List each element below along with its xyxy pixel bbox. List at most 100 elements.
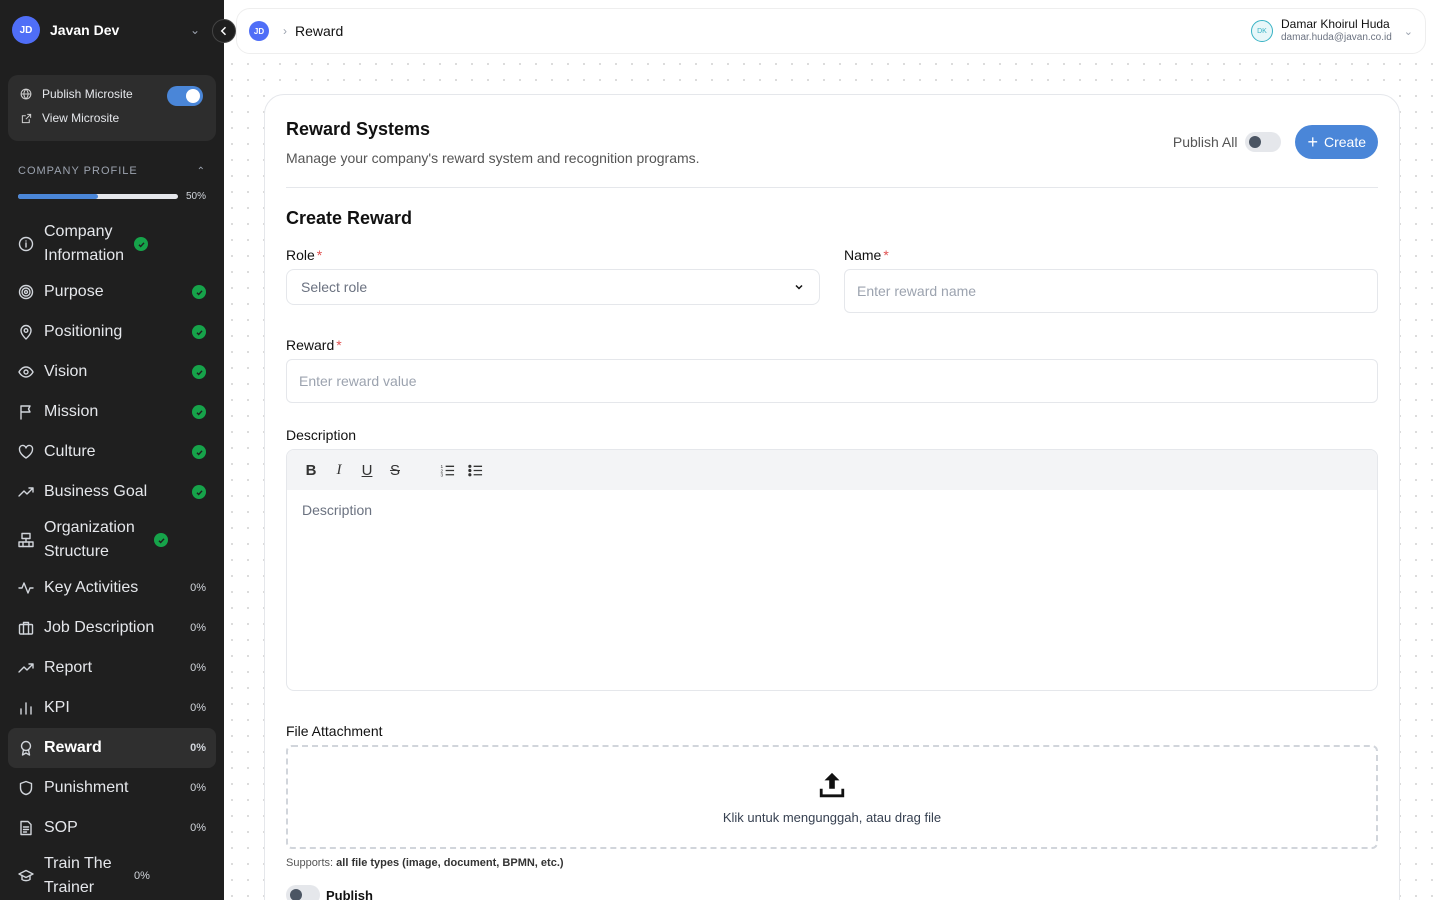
chevron-down-icon [795, 284, 803, 290]
user-menu[interactable]: DK Damar Khoirul Huda damar.huda@javan.c… [1251, 18, 1413, 44]
sidebar-item-train-the-trainer[interactable]: Train The Trainer 0% [8, 848, 216, 900]
sidebar-item-label: Job Description [44, 619, 155, 636]
progress-track [18, 194, 178, 199]
sidebar-item-culture[interactable]: Culture [8, 432, 216, 472]
chevron-down-icon: ⌄ [189, 23, 200, 37]
publish-all-label: Publish All [1172, 134, 1238, 150]
company-profile-menu: Company Information Purpose Positioning Vis… [0, 216, 224, 900]
underline-icon[interactable]: U [359, 462, 375, 479]
sidebar-item-mission[interactable]: Mission [8, 392, 216, 432]
briefcase-icon [18, 620, 34, 636]
award-icon [18, 740, 34, 756]
eye-icon [18, 364, 34, 380]
card-header: Reward Systems Manage your company's rew… [286, 95, 1378, 188]
sidebar-item-sop[interactable]: SOP 0% [8, 808, 216, 848]
create-button-label: Create [1323, 134, 1366, 150]
flag-icon [18, 404, 34, 420]
user-email: damar.huda@javan.co.id [1281, 32, 1392, 43]
italic-icon[interactable]: I [331, 462, 347, 478]
collapse-sidebar-button[interactable] [212, 19, 236, 43]
sidebar-item-report[interactable]: Report 0% [8, 648, 216, 688]
external-link-icon [20, 112, 32, 124]
file-attachment-label: File Attachment [286, 723, 383, 739]
microsite-card: Publish Microsite View Microsite [8, 75, 216, 141]
target-icon [18, 284, 34, 300]
publish-label: Publish [326, 887, 373, 900]
sidebar-item-label: Vision [44, 363, 88, 380]
reward-input[interactable]: Enter reward value [286, 359, 1378, 403]
progress-label: 50% [185, 191, 206, 202]
role-select-value: Select role [301, 279, 368, 295]
sidebar-item-label: Report [44, 659, 93, 676]
description-textarea[interactable]: Description [287, 490, 1377, 530]
view-microsite-link[interactable]: View Microsite [20, 111, 204, 125]
sidebar-item-kpi[interactable]: KPI 0% [8, 688, 216, 728]
create-button[interactable]: + Create [1295, 125, 1378, 159]
user-name: Damar Khoirul Huda [1281, 17, 1390, 31]
sidebar-item-company-information[interactable]: Company Information [8, 216, 216, 272]
activity-icon [18, 580, 34, 596]
bold-icon[interactable]: B [303, 462, 319, 479]
sidebar-item-key-activities[interactable]: Key Activities 0% [8, 568, 216, 608]
company-profile-section-header[interactable]: COMPANY PROFILE ⌃ [18, 165, 206, 177]
globe-icon [20, 88, 32, 100]
publish-microsite-toggle[interactable] [167, 86, 203, 106]
sidebar-item-punishment[interactable]: Punishment 0% [8, 768, 216, 808]
org-structure-icon [18, 532, 34, 548]
sidebar-item-label: Purpose [44, 283, 104, 300]
sidebar-item-label: Punishment [44, 779, 129, 796]
sidebar-item-label: Positioning [44, 323, 123, 340]
breadcrumb-home-avatar[interactable]: JD [249, 21, 269, 41]
bar-chart-icon [18, 700, 34, 716]
page-title: Reward Systems [286, 119, 431, 139]
upload-icon [819, 772, 845, 797]
completion-percent: 0% [190, 702, 206, 714]
reward-card: Reward Systems Manage your company's rew… [264, 94, 1400, 900]
check-circle-icon [192, 365, 206, 379]
bullet-list-icon[interactable] [467, 462, 483, 478]
completion-percent: 0% [134, 870, 150, 882]
sidebar-item-vision[interactable]: Vision [8, 352, 216, 392]
sidebar-item-label: Business Goal [44, 483, 148, 500]
sidebar-item-reward[interactable]: Reward 0% [8, 728, 216, 768]
workspace-switcher[interactable]: JD Javan Dev ⌄ [0, 0, 224, 60]
progress-fill [18, 194, 98, 199]
location-pin-icon [18, 324, 34, 340]
completion-percent: 0% [190, 662, 206, 674]
sidebar-item-positioning[interactable]: Positioning [8, 312, 216, 352]
strikethrough-icon[interactable]: S [387, 462, 403, 479]
sidebar-item-label: SOP [44, 819, 78, 836]
role-select[interactable]: Select role [286, 269, 820, 305]
ordered-list-icon[interactable]: 123 [439, 462, 455, 478]
view-microsite-label: View Microsite [42, 111, 120, 125]
publish-microsite-label: Publish Microsite [42, 87, 133, 101]
sidebar-item-job-description[interactable]: Job Description 0% [8, 608, 216, 648]
user-info: Damar Khoirul Huda damar.huda@javan.co.i… [1281, 18, 1392, 44]
publish-all-toggle[interactable] [1245, 132, 1282, 152]
user-avatar: DK [1251, 20, 1273, 42]
check-circle-icon [192, 445, 206, 459]
name-input[interactable]: Enter reward name [844, 269, 1378, 313]
sidebar-item-label: Train The Trainer [44, 855, 112, 896]
chevron-left-icon [220, 26, 227, 36]
check-circle-icon [192, 485, 206, 499]
file-dropzone[interactable]: Klik untuk mengunggah, atau drag file [286, 745, 1378, 849]
check-circle-icon [134, 237, 148, 251]
sidebar-item-organization-structure[interactable]: Organization Structure [8, 512, 216, 568]
info-icon [18, 236, 34, 252]
completion-percent: 0% [190, 782, 206, 794]
editor-toolbar: B I U S 123 [287, 450, 1377, 490]
publish-row: Publish [286, 885, 1378, 900]
sidebar: JD Javan Dev ⌄ Publish Microsite View Mi… [0, 0, 224, 900]
publish-toggle[interactable] [286, 885, 320, 900]
check-circle-icon [154, 533, 168, 547]
role-label: Role * [286, 247, 323, 263]
sidebar-item-business-goal[interactable]: Business Goal [8, 472, 216, 512]
completion-percent: 0% [190, 582, 206, 594]
trending-up-icon [18, 484, 34, 500]
check-circle-icon [192, 285, 206, 299]
breadcrumb-current: Reward [295, 23, 344, 39]
chevron-right-icon: › [283, 24, 287, 38]
sidebar-item-label: Organization Structure [44, 519, 135, 560]
sidebar-item-purpose[interactable]: Purpose [8, 272, 216, 312]
